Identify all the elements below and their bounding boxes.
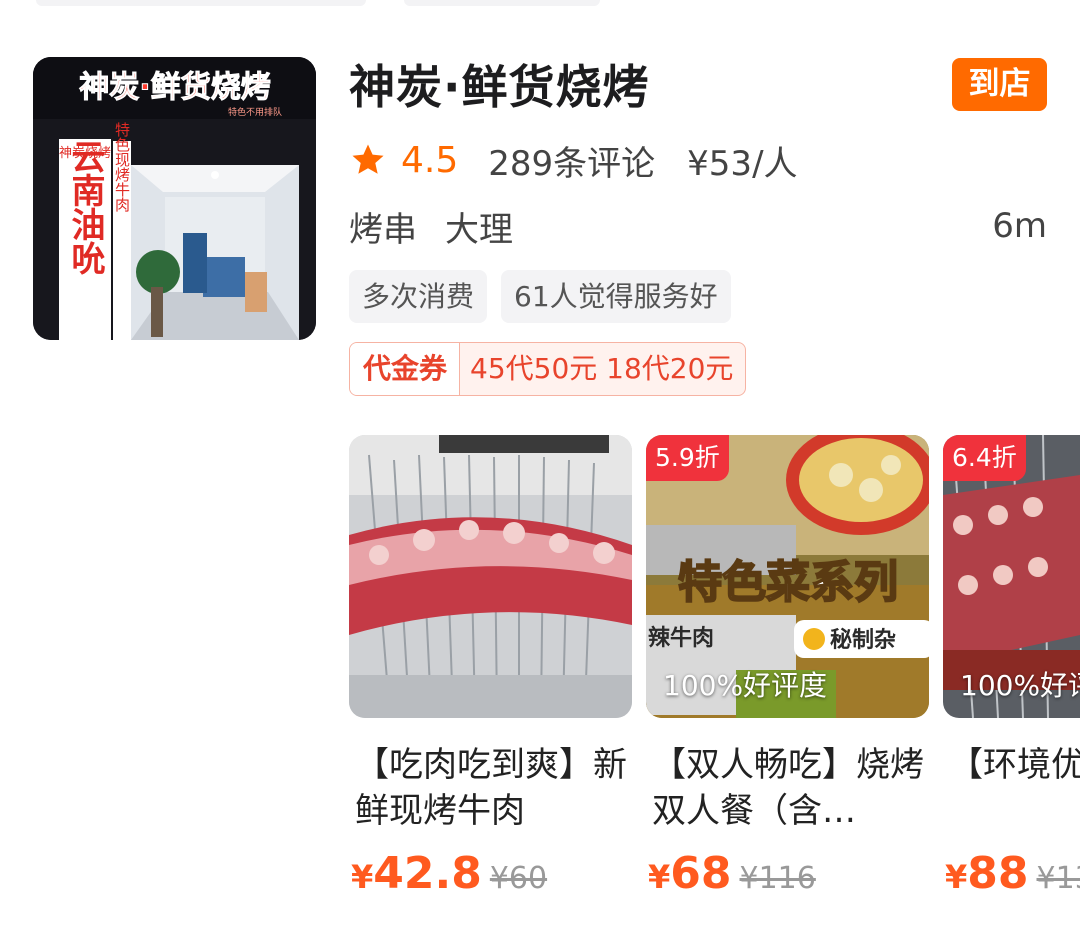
currency-symbol: ¥ xyxy=(648,858,671,896)
deal-price: 68 xyxy=(670,848,732,899)
category-label: 烤串 xyxy=(349,209,417,250)
deal-price: 88 xyxy=(967,848,1029,899)
deal-price: 42.8 xyxy=(373,848,482,899)
distance: 6m xyxy=(992,206,1047,246)
discount-badge: 5.9折 xyxy=(646,435,729,481)
deal-card[interactable]: 6.4折 100%好评度 【环境优惠烧烤2 ¥ 88 ¥13 xyxy=(943,435,1080,899)
average-price: ¥53/人 xyxy=(687,143,798,184)
praise-rate: 100%好评度 xyxy=(663,669,828,702)
area-label: 大理 xyxy=(445,209,513,250)
original-price: ¥13 xyxy=(1036,861,1080,896)
shop-photo[interactable]: 神炭·鲜货烧烤 特色不用排队 神炭烧烤 云南油吮 特色现烤牛肉 xyxy=(33,57,316,340)
shop-name[interactable]: 神炭·鲜货烧烤 xyxy=(349,56,649,118)
discount-badge: 6.4折 xyxy=(943,435,1026,481)
price-row: ¥ 42.8 ¥60 xyxy=(349,848,632,899)
coupon-banner[interactable]: 代金券 45代50元 18代20元 xyxy=(349,342,747,396)
deal-image-headline: 特色菜系列 xyxy=(678,557,898,608)
deal-card[interactable]: 特色菜系列 辣牛肉 秘制杂 5.9折 100%好评度 【双人畅吃】烧烤双人餐（含… xyxy=(646,435,929,899)
review-count[interactable]: 289条评论 xyxy=(488,136,655,185)
currency-symbol: ¥ xyxy=(351,858,374,896)
deal-title[interactable]: 【双人畅吃】烧烤双人餐（含… xyxy=(646,742,929,834)
deal-card[interactable]: 【吃肉吃到爽】新鲜现烤牛肉 ¥ 42.8 ¥60 xyxy=(349,435,632,899)
tag-row: 多次消费 61人觉得服务好 xyxy=(349,270,745,323)
store-sign-small: 特色不用排队 xyxy=(228,106,282,118)
deal-image-left-text: 辣牛肉 xyxy=(648,625,714,651)
praise-rate: 100%好评度 xyxy=(960,669,1080,702)
original-price: ¥116 xyxy=(739,861,816,896)
store-sign-top: 神炭·鲜货烧烤 xyxy=(79,70,270,105)
in-store-badge: 到店 xyxy=(952,58,1047,111)
rating-score: 4.5 xyxy=(401,139,459,181)
deal-image[interactable]: 6.4折 100%好评度 xyxy=(943,435,1080,718)
deal-image[interactable] xyxy=(349,435,632,718)
price-row: ¥ 88 ¥13 xyxy=(943,848,1080,899)
deal-title[interactable]: 【吃肉吃到爽】新鲜现烤牛肉 xyxy=(349,742,632,834)
deal-title[interactable]: 【环境优惠烧烤2 xyxy=(943,742,1080,834)
original-price: ¥60 xyxy=(489,861,548,896)
store-sign-right: 特色现烤牛肉 xyxy=(113,122,131,212)
store-sign-left: 云南油吮 xyxy=(65,139,105,275)
price-row: ¥ 68 ¥116 xyxy=(646,848,929,899)
deal-image[interactable]: 特色菜系列 辣牛肉 秘制杂 5.9折 100%好评度 xyxy=(646,435,929,718)
coupon-type: 代金券 xyxy=(350,343,461,395)
deal-list[interactable]: 【吃肉吃到爽】新鲜现烤牛肉 ¥ 42.8 ¥60 特色菜系列 辣牛肉 秘制杂 5… xyxy=(349,435,1080,931)
previous-card-edge xyxy=(36,0,366,6)
rating-row: 4.5 289条评论 ¥53/人 xyxy=(349,134,798,186)
star-icon xyxy=(352,144,384,174)
category-row: 烤串 大理 xyxy=(349,200,541,252)
tag: 61人觉得服务好 xyxy=(501,270,731,323)
previous-card-edge xyxy=(404,0,600,6)
currency-symbol: ¥ xyxy=(945,858,968,896)
coupon-detail: 45代50元 18代20元 xyxy=(470,352,734,385)
deal-image-right-text: 秘制杂 xyxy=(830,627,896,653)
tag: 多次消费 xyxy=(349,270,488,323)
